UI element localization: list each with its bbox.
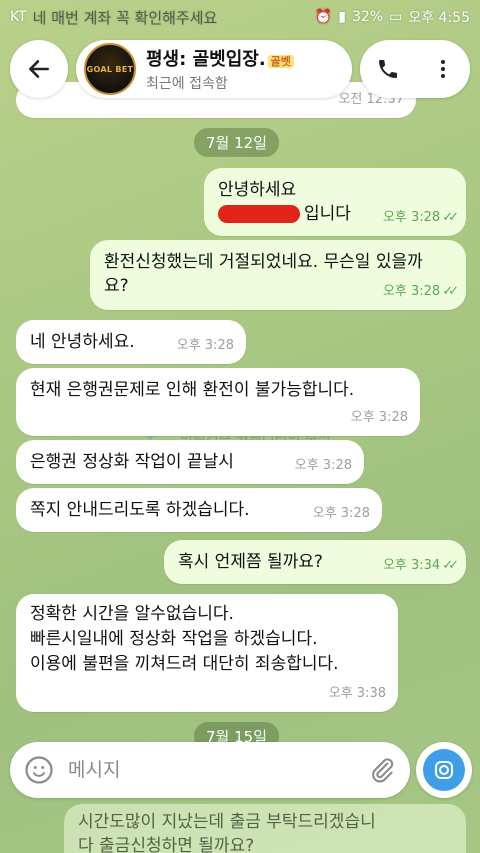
- battery-icon: ▭: [389, 9, 403, 25]
- message-bubble-outgoing[interactable]: 혹시 언제쯤 될까요? 오후 3:34 ✓✓: [164, 540, 466, 584]
- camera-icon: [435, 761, 453, 779]
- message-time: 오후 3:28: [294, 458, 352, 473]
- carrier-label: KT: [10, 9, 27, 25]
- last-seen-status: 최근에 접속함: [146, 76, 228, 92]
- message-text: 시간도많이 지났는데 출금 부탁드리겠습니: [78, 812, 376, 832]
- message-input[interactable]: [68, 759, 368, 781]
- read-checks-icon: ✓✓: [442, 558, 459, 573]
- message-time: 오후 3:28: [176, 338, 234, 353]
- message-bubble-outgoing[interactable]: 시간도많이 지났는데 출금 부탁드리겠습니 다 출금신청하면 될까요?: [64, 804, 466, 853]
- message-text: 네 안녕하세요.: [30, 332, 135, 352]
- signal-icon: ▮: [338, 9, 346, 25]
- chat-title-tag: 골벳: [267, 55, 294, 68]
- clock: 오후 4:55: [408, 10, 470, 26]
- message-text: 이용에 불편을 끼쳐드려 대단히 죄송합니다.: [30, 654, 339, 674]
- header-actions: [360, 40, 470, 98]
- message-bubble-incoming[interactable]: 정확한 시간을 알수없습니다. 빠른시일내에 정상화 작업을 하겠습니다. 이용…: [16, 594, 398, 712]
- message-bubble-incoming[interactable]: 쪽지 안내드리도록 하겠습니다. 오후 3:28: [16, 488, 382, 532]
- message-bubble-incoming[interactable]: 은행권 정상화 작업이 끝날시 오후 3:28: [16, 440, 364, 484]
- chat-header: GOAL BET 평생: 골벳입장. 골벳 최근에 접속함: [0, 34, 480, 102]
- more-vertical-icon: [440, 60, 445, 78]
- message-text: 혹시 언제쯤 될까요?: [178, 552, 323, 572]
- avatar-label: GOAL BET: [86, 64, 134, 74]
- avatar: GOAL BET: [84, 43, 136, 95]
- message-text: 정확한 시간을 알수없습니다.: [30, 604, 234, 624]
- message-bubble-incoming[interactable]: 네 안녕하세요. 오후 3:28: [16, 320, 246, 364]
- back-button[interactable]: [10, 40, 68, 98]
- message-time: 오후 3:28: [350, 410, 408, 425]
- alarm-icon: ⏰: [314, 9, 333, 25]
- back-arrow-icon: [29, 60, 49, 78]
- more-options-button[interactable]: [423, 49, 463, 89]
- message-time: 오후 3:28: [312, 506, 370, 521]
- phone-icon: [378, 60, 397, 78]
- call-button[interactable]: [368, 49, 408, 89]
- message-text: 입니다: [304, 204, 351, 224]
- message-text: 현재 은행권문제로 인해 환전이 불가능합니다.: [30, 380, 355, 400]
- message-text: 은행권 정상화 작업이 끝날시: [30, 452, 234, 472]
- message-time: 오후 3:38: [328, 686, 386, 701]
- message-time: 오후 3:34: [382, 558, 441, 573]
- battery-level: 32%: [351, 9, 384, 25]
- notification-text: 네 매번 계좌 꼭 확인해주세요: [32, 8, 218, 27]
- read-checks-icon: ✓✓: [442, 284, 459, 299]
- attach-icon[interactable]: [368, 756, 396, 784]
- message-bubble-outgoing[interactable]: 환전신청했는데 거절되었네요. 무슨일 있을까요? 오후 3:28 ✓✓: [90, 240, 466, 310]
- message-text: 안녕하세요: [218, 180, 297, 200]
- redacted-mark: [218, 205, 300, 223]
- emoji-icon[interactable]: [24, 755, 54, 785]
- message-text: 빠른시일내에 정상화 작업을 하겠습니다.: [30, 629, 318, 649]
- read-checks-icon: ✓✓: [442, 210, 459, 225]
- message-text: 다 출금신청하면 될까요?: [78, 836, 255, 853]
- chat-info[interactable]: GOAL BET 평생: 골벳입장. 골벳 최근에 접속함: [76, 40, 352, 98]
- message-time: 오후 3:28: [382, 284, 441, 299]
- chat-title: 평생: 골벳입장.: [146, 49, 266, 70]
- message-composer: [10, 742, 410, 798]
- message-time: 오후 3:28: [382, 210, 441, 225]
- message-bubble-incoming[interactable]: 현재 은행권문제로 인해 환전이 불가능합니다. 오후 3:28: [16, 368, 420, 436]
- status-bar: KT 네 매번 계좌 꼭 확인해주세요 ⏰ ▮ 32% ▭ 오후 4:55: [0, 0, 480, 34]
- message-bubble-outgoing[interactable]: 안녕하세요 입니다 오후 3:28 ✓✓: [204, 168, 466, 236]
- camera-button[interactable]: [416, 742, 472, 798]
- date-separator: 7월 12일: [194, 128, 279, 157]
- message-text: 쪽지 안내드리도록 하겠습니다.: [30, 500, 250, 520]
